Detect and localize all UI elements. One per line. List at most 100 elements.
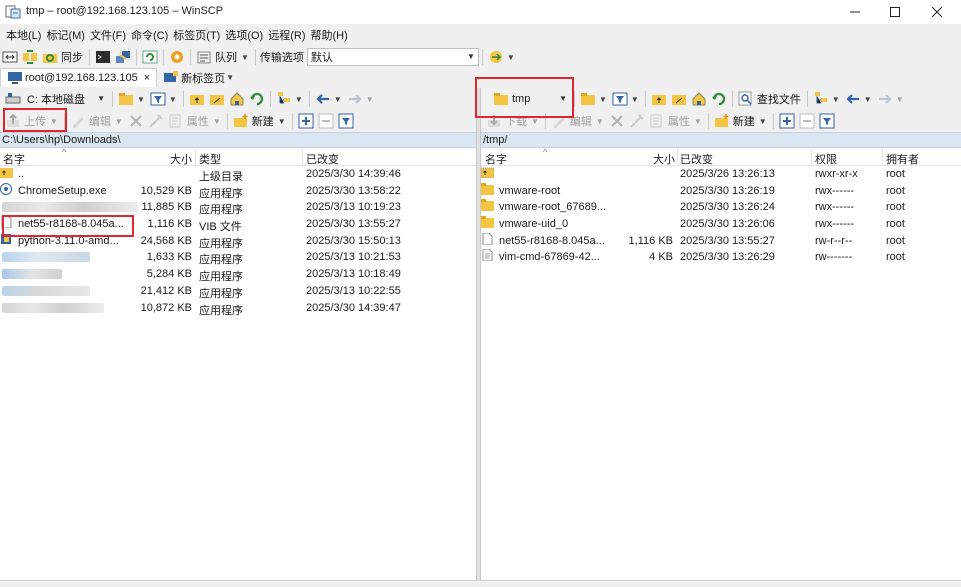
table-row[interactable]: 11,885 KB 应用程序 2025/3/13 10:19:23 [0,199,476,216]
tree-view-icon[interactable] [813,91,829,107]
chevron-down-icon[interactable]: ▼ [295,95,303,104]
chevron-down-icon[interactable]: ▼ [334,95,342,104]
menu-local[interactable]: 本地(L) [6,27,41,43]
menu-remote[interactable]: 远程(R) [268,27,305,43]
tab-close-icon[interactable]: × [144,72,150,84]
menu-files[interactable]: 文件(F) [90,27,126,43]
filter-icon[interactable] [150,91,166,107]
menu-options[interactable]: 选项(O) [225,27,263,43]
column-separator[interactable] [882,149,883,166]
select-all-plus-icon[interactable] [779,113,795,129]
queue-button[interactable]: 队列 ▼ [194,49,252,65]
column-size[interactable]: 大小 [140,151,192,167]
column-separator[interactable] [677,149,678,166]
back-arrow-icon[interactable] [315,91,331,107]
select-all-plus-icon[interactable] [298,113,314,129]
edit-button[interactable]: 编辑 ▼ [68,113,126,129]
refresh-icon[interactable] [142,49,158,65]
column-name[interactable]: 名字 [485,151,507,167]
column-separator[interactable] [811,149,812,166]
table-row[interactable]: net55-r8168-8.045a... 1,116 KB 2025/3/30… [481,232,961,250]
unselect-minus-icon[interactable] [799,113,815,129]
column-changed[interactable]: 已改变 [306,151,339,167]
filter-icon[interactable] [612,91,628,107]
parent-directory-icon[interactable] [651,91,667,107]
open-folder-icon[interactable] [118,91,134,107]
remote-path[interactable]: /tmp/ [481,132,961,148]
chevron-down-icon[interactable]: ▼ [631,95,639,104]
local-path[interactable]: C:\Users\hp\Downloads\ [0,132,476,148]
chevron-down-icon[interactable]: ▼ [169,95,177,104]
table-row[interactable]: .. 上级目录 2025/3/30 14:39:46 [0,166,476,183]
table-row[interactable]: 1,633 KB 应用程序 2025/3/13 10:21:53 [0,249,476,266]
synchronize-browsing-icon[interactable] [22,49,38,65]
home-icon[interactable] [229,91,245,107]
new-button[interactable]: 新建 ▼ [231,113,289,129]
tab-session[interactable]: root@192.168.123.105 × [0,68,158,87]
sync-button[interactable]: 同步 [40,49,86,65]
delete-icon[interactable] [609,113,625,129]
drive-select[interactable]: C: 本地磁盘 ▼ [23,90,109,108]
column-changed[interactable]: 已改变 [680,151,713,167]
transfer-settings-dropdown-icon[interactable]: ▼ [507,53,515,62]
putty-icon[interactable] [115,49,131,65]
root-directory-icon[interactable] [671,91,687,107]
chevron-down-icon[interactable]: ▼ [137,95,145,104]
refresh-icon[interactable] [711,91,727,107]
table-row[interactable]: vmware-uid_0 2025/3/30 13:26:06 rwx-----… [481,216,961,233]
transfer-settings-select[interactable]: 默认 ▼ [306,48,479,66]
filter-select-icon[interactable] [819,113,835,129]
tree-view-icon[interactable] [276,91,292,107]
column-separator[interactable] [302,149,303,166]
table-row[interactable]: 21,412 KB 应用程序 2025/3/13 10:22:55 [0,283,476,300]
menu-tabs[interactable]: 标签页(T) [173,27,220,43]
preferences-gear-icon[interactable] [169,49,185,65]
column-separator[interactable] [195,149,196,166]
filter-select-icon[interactable] [338,113,354,129]
delete-icon[interactable] [128,113,144,129]
console-icon[interactable] [95,49,111,65]
menu-mark[interactable]: 标记(M) [46,27,85,43]
column-type[interactable]: 类型 [199,151,221,167]
column-rights[interactable]: 权限 [815,151,837,167]
properties-button[interactable]: 属性 ▼ [166,113,224,129]
table-row[interactable]: vmware-root 2025/3/30 13:26:19 rwx------… [481,182,961,200]
find-files-button[interactable]: 查找文件 [736,91,804,107]
column-name[interactable]: 名字 [3,151,25,167]
unselect-minus-icon[interactable] [318,113,334,129]
chevron-down-icon[interactable]: ▼ [226,73,234,82]
column-owner[interactable]: 拥有者 [886,151,919,167]
close-button[interactable] [916,0,958,24]
menu-help[interactable]: 帮助(H) [311,27,348,43]
maximize-button[interactable] [874,0,916,24]
forward-arrow-icon[interactable] [877,91,893,107]
table-row[interactable]: ChromeSetup.exe 10,529 KB 应用程序 2025/3/30… [0,182,476,200]
chevron-down-icon[interactable]: ▼ [599,95,607,104]
table-row[interactable]: 10,872 KB 应用程序 2025/3/30 14:39:47 [0,300,476,317]
parent-directory-icon[interactable] [189,91,205,107]
chevron-down-icon[interactable]: ▼ [896,95,904,104]
column-size[interactable]: 大小 [621,151,675,167]
chevron-down-icon[interactable]: ▼ [366,95,374,104]
table-row[interactable]: 5,284 KB 应用程序 2025/3/13 10:18:49 [0,266,476,283]
chevron-down-icon[interactable]: ▼ [864,95,872,104]
root-directory-icon[interactable] [209,91,225,107]
back-arrow-icon[interactable] [845,91,861,107]
forward-arrow-icon[interactable] [347,91,363,107]
open-folder-icon[interactable] [580,91,596,107]
table-row[interactable]: vim-cmd-67869-42... 4 KB 2025/3/30 13:26… [481,248,961,266]
rename-icon[interactable] [629,113,645,129]
properties-button[interactable]: 属性 ▼ [647,113,705,129]
new-button[interactable]: 新建 ▼ [712,113,770,129]
chevron-down-icon[interactable]: ▼ [832,95,840,104]
table-row[interactable]: 2025/3/26 13:26:13 rwxr-xr-x root [480,166,961,183]
home-icon[interactable] [691,91,707,107]
refresh-icon[interactable] [249,91,265,107]
transfer-settings-icon[interactable] [488,49,504,65]
tab-new[interactable]: 新标签页 ▼ [157,68,243,87]
compare-directories-icon[interactable] [2,49,18,65]
table-row[interactable]: vmware-root_67689... 2025/3/30 13:26:24 … [481,199,961,216]
menu-commands[interactable]: 命令(C) [131,27,168,43]
minimize-button[interactable] [834,0,876,24]
rename-icon[interactable] [148,113,164,129]
